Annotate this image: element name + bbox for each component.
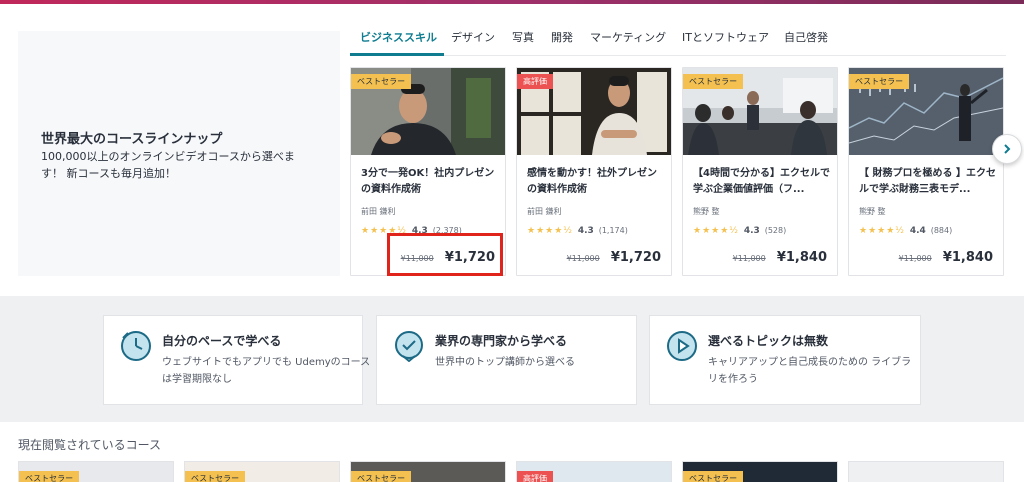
original-price: ¥11,000: [566, 254, 600, 263]
course-card[interactable]: ベストセラー 3分で一発OK！社内プレゼンの資料作成術 前田 鎌利 ★★★★½ …: [350, 67, 506, 276]
bestseller-badge: ベストセラー: [185, 471, 246, 482]
course-rating: ★★★★½ 4.4 (884): [859, 226, 952, 236]
course-thumbnail: ベストセラー: [351, 68, 505, 155]
course-author: 前田 鎌利: [361, 207, 396, 216]
rating-count: (528): [764, 226, 787, 235]
bestseller-badge: ベストセラー: [351, 471, 412, 482]
tab-photo[interactable]: 写真: [512, 29, 534, 45]
course-price: ¥11,000 ¥1,840: [733, 246, 827, 265]
sale-price: ¥1,840: [942, 250, 993, 265]
original-price: ¥11,000: [898, 254, 932, 263]
course-author: 前田 鎌利: [527, 207, 562, 216]
rating-count: (884): [930, 226, 953, 235]
sale-price: ¥1,720: [610, 250, 661, 265]
feature-description: ウェブサイトでもアプリでも Udemyのコースは学習期限なし: [162, 357, 371, 385]
course-author: 熊野 整: [859, 207, 886, 216]
tab-business-skills[interactable]: ビジネススキル: [360, 29, 437, 45]
chevron-right-icon: [1004, 144, 1011, 154]
rating-count: (1,174): [598, 226, 628, 235]
course-title: 感情を動かす！社外プレゼンの資料作成術: [527, 168, 657, 195]
course-title: 3分で一発OK！社内プレゼンの資料作成術: [361, 168, 495, 195]
original-price: ¥11,000: [732, 254, 766, 263]
promo-panel: 世界最大のコースラインナップ 100,000以上のオンラインビデオコースから選べ…: [18, 31, 340, 276]
check-badge-icon: [395, 331, 423, 362]
star-rating-icon: ★★★★½: [527, 226, 573, 236]
category-tabs: ビジネススキル デザイン 写真 開発 マーケティング ITとソフトウェア 自己啓…: [350, 24, 1006, 56]
sale-price: ¥1,840: [776, 250, 827, 265]
rating-value: 4.4: [909, 226, 926, 236]
clock-icon: [121, 331, 151, 361]
star-rating-icon: ★★★★½: [693, 226, 739, 236]
play-icon: [667, 331, 697, 361]
course-rating: ★★★★½ 4.3 (2,378): [361, 226, 462, 236]
rating-value: 4.3: [411, 226, 428, 236]
sale-price: ¥1,720: [444, 250, 495, 265]
rating-value: 4.3: [577, 226, 594, 236]
course-rating: ★★★★½ 4.3 (528): [693, 226, 786, 236]
feature-title: 自分のペースで学べる: [162, 334, 282, 348]
star-rating-icon: ★★★★½: [859, 226, 905, 236]
course-thumbnail: ベストセラー: [849, 68, 1003, 155]
star-rating-icon: ★★★★½: [361, 226, 407, 236]
course-title: 【 財務プロを極める 】エクセルで学ぶ財務三表モデ...: [859, 168, 996, 195]
feature-description: キャリアアップと自己成長のための ライブラリを作ろう: [708, 357, 912, 385]
promo-title: 世界最大のコースラインナップ: [41, 132, 223, 147]
course-card[interactable]: ベストセラー: [18, 461, 174, 482]
course-price: ¥11,000 ¥1,720: [567, 246, 661, 265]
bestseller-badge: ベストセラー: [351, 74, 412, 89]
feature-card-experts: 業界の専門家から学べる 世界中のトップ講師から選べる: [376, 315, 637, 405]
course-thumbnail: 高評価: [517, 68, 671, 155]
course-card[interactable]: 高評価 感情を動かす！社外プレゼンの資料作成術 前田 鎌利 ★★★★½ 4.3 …: [516, 67, 672, 276]
rating-value: 4.3: [743, 226, 760, 236]
tab-it-software[interactable]: ITとソフトウェア: [682, 29, 769, 45]
tab-development[interactable]: 開発: [551, 29, 573, 45]
course-card[interactable]: ベストセラー: [350, 461, 506, 482]
course-price: ¥11,000 ¥1,840: [899, 246, 993, 265]
feature-title: 選べるトピックは無数: [708, 334, 829, 348]
rating-count: (2,378): [432, 226, 462, 235]
top-accent-bar: [0, 0, 1024, 4]
tab-design[interactable]: デザイン: [451, 29, 495, 45]
active-tab-indicator: [350, 53, 444, 56]
feature-title: 業界の専門家から学べる: [435, 334, 568, 348]
promo-subtitle: 100,000以上のオンラインビデオコースから選べま す！ 新コースも毎月追加！: [41, 150, 295, 180]
high-rated-badge: 高評価: [517, 74, 553, 89]
course-title: 【4時間で分かる】エクセルで学ぶ企業価値評価（フ...: [693, 168, 830, 195]
feature-card-topics: 選べるトピックは無数 キャリアアップと自己成長のための ライブラリを作ろう: [649, 315, 921, 405]
carousel-next-button[interactable]: [992, 134, 1022, 164]
bestseller-badge: ベストセラー: [849, 74, 910, 89]
feature-card-self-paced: 自分のペースで学べる ウェブサイトでもアプリでも Udemyのコースは学習期限な…: [103, 315, 370, 405]
section-title: 現在閲覧されているコース: [18, 438, 162, 452]
tab-marketing[interactable]: マーケティング: [590, 29, 666, 45]
bestseller-badge: ベストセラー: [683, 74, 744, 89]
course-rating: ★★★★½ 4.3 (1,174): [527, 226, 628, 236]
high-rated-badge: 高評価: [517, 471, 553, 482]
course-card[interactable]: ベストセラー: [184, 461, 340, 482]
course-card[interactable]: ベストセラー 【4時間で分かる】エクセルで学ぶ企業価値評価（フ... 熊野 整 …: [682, 67, 838, 276]
feature-description: 世界中のトップ講師から選べる: [435, 357, 575, 368]
original-price: ¥11,000: [400, 254, 434, 263]
course-author: 熊野 整: [693, 207, 720, 216]
course-card[interactable]: 高評価: [516, 461, 672, 482]
course-card[interactable]: ベストセラー: [682, 461, 838, 482]
course-card[interactable]: [848, 461, 1004, 482]
course-card[interactable]: ベストセラー 【 財務プロを極める 】エクセルで学ぶ財務三表モデ... 熊野 整…: [848, 67, 1004, 276]
bestseller-badge: ベストセラー: [19, 471, 80, 482]
course-price: ¥11,000 ¥1,720: [401, 246, 495, 265]
tab-self-development[interactable]: 自己啓発: [784, 29, 828, 45]
bestseller-badge: ベストセラー: [683, 471, 744, 482]
course-thumbnail: ベストセラー: [683, 68, 837, 155]
